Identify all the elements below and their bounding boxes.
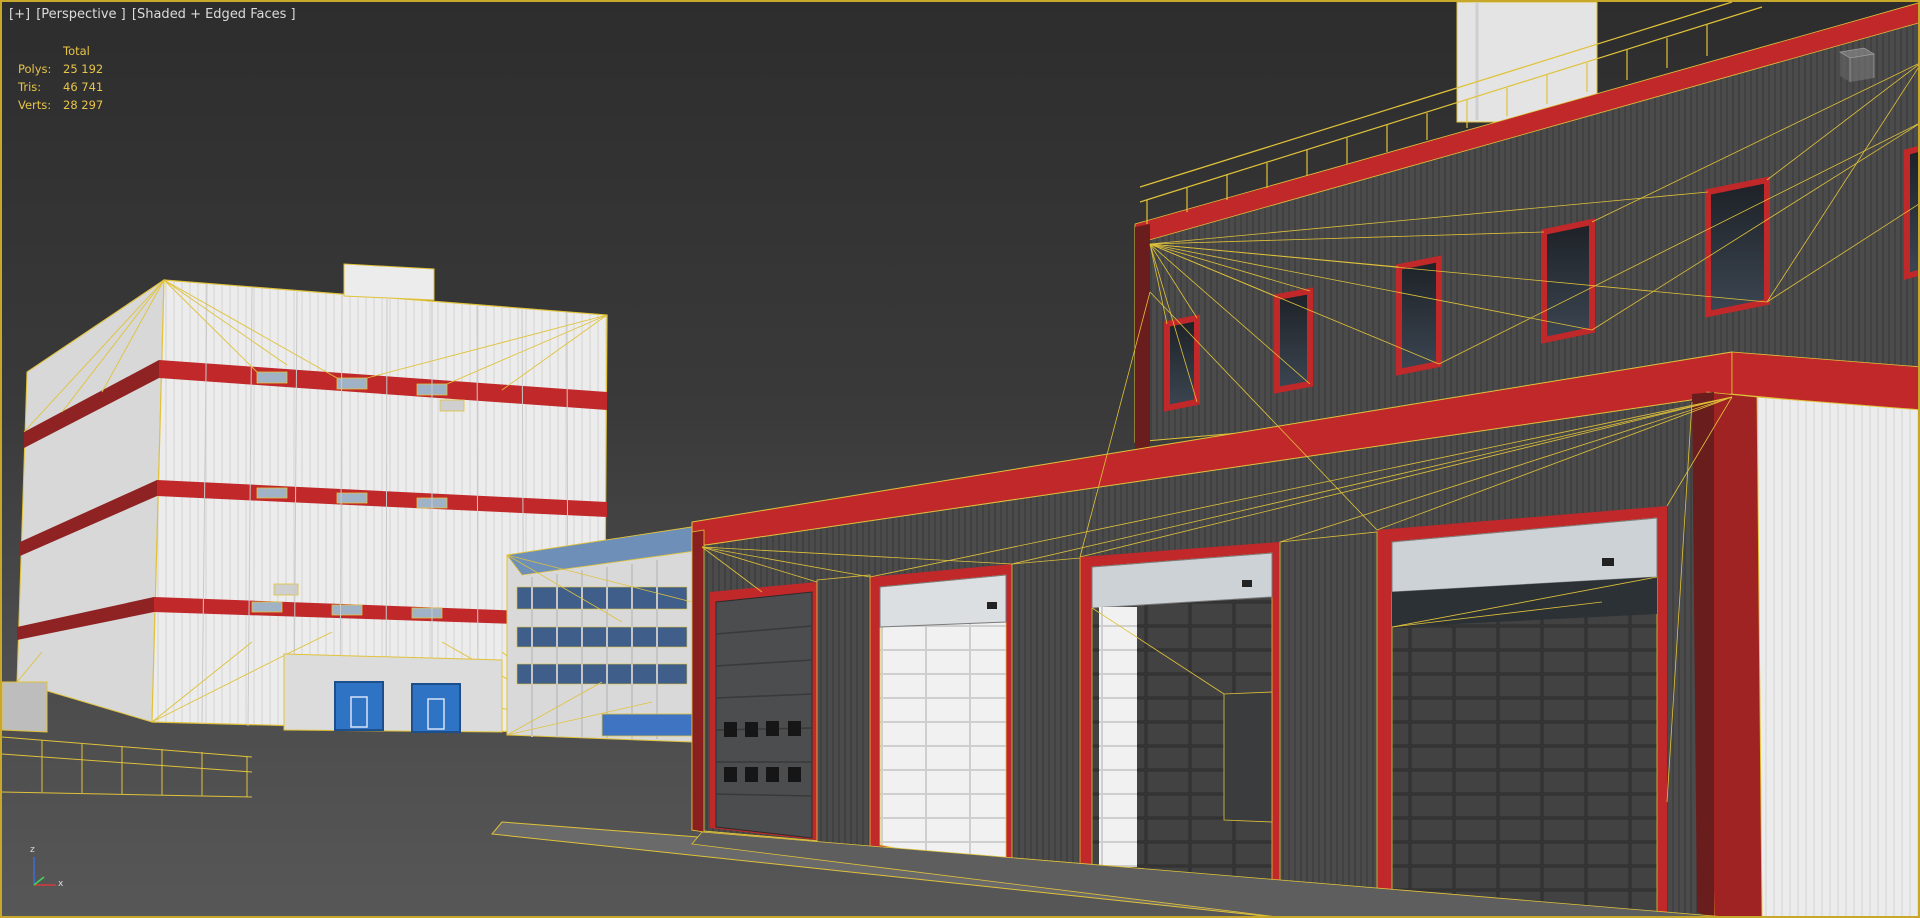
stats-row-tris: Tris: 46 741 [18,78,133,96]
stats-value: 25 192 [63,62,104,76]
viewcube-icon[interactable] [1834,44,1880,84]
stats-label: Tris: [18,80,42,94]
perspective-viewport[interactable]: [+] [Perspective ] [Shaded + Edged Faces… [0,0,1920,918]
viewport-shading-menu[interactable]: [Shaded + Edged Faces ] [131,7,297,22]
stats-label: Verts: [18,98,52,112]
middle-building [506,526,703,743]
stats-label: Polys: [18,62,52,76]
stats-value: 46 741 [63,80,104,94]
stats-header: Total [63,44,90,58]
scene-render[interactable] [2,2,1920,918]
axis-x-label: x [58,879,64,889]
stats-row-verts: Verts: 28 297 [18,96,133,114]
stats-value: 28 297 [63,98,104,112]
statistics-overlay: Total Polys: 25 192 Tris: 46 741 Verts: … [18,42,133,114]
stats-row-polys: Polys: 25 192 [18,60,133,78]
viewport-view-menu[interactable]: [Perspective ] [35,7,127,22]
axis-z-label: z [30,845,35,855]
viewport-plus-menu[interactable]: [+] [8,7,31,22]
viewport-label: [+] [Perspective ] [Shaded + Edged Faces… [8,7,297,23]
axis-tripod-icon: z x [26,845,66,893]
